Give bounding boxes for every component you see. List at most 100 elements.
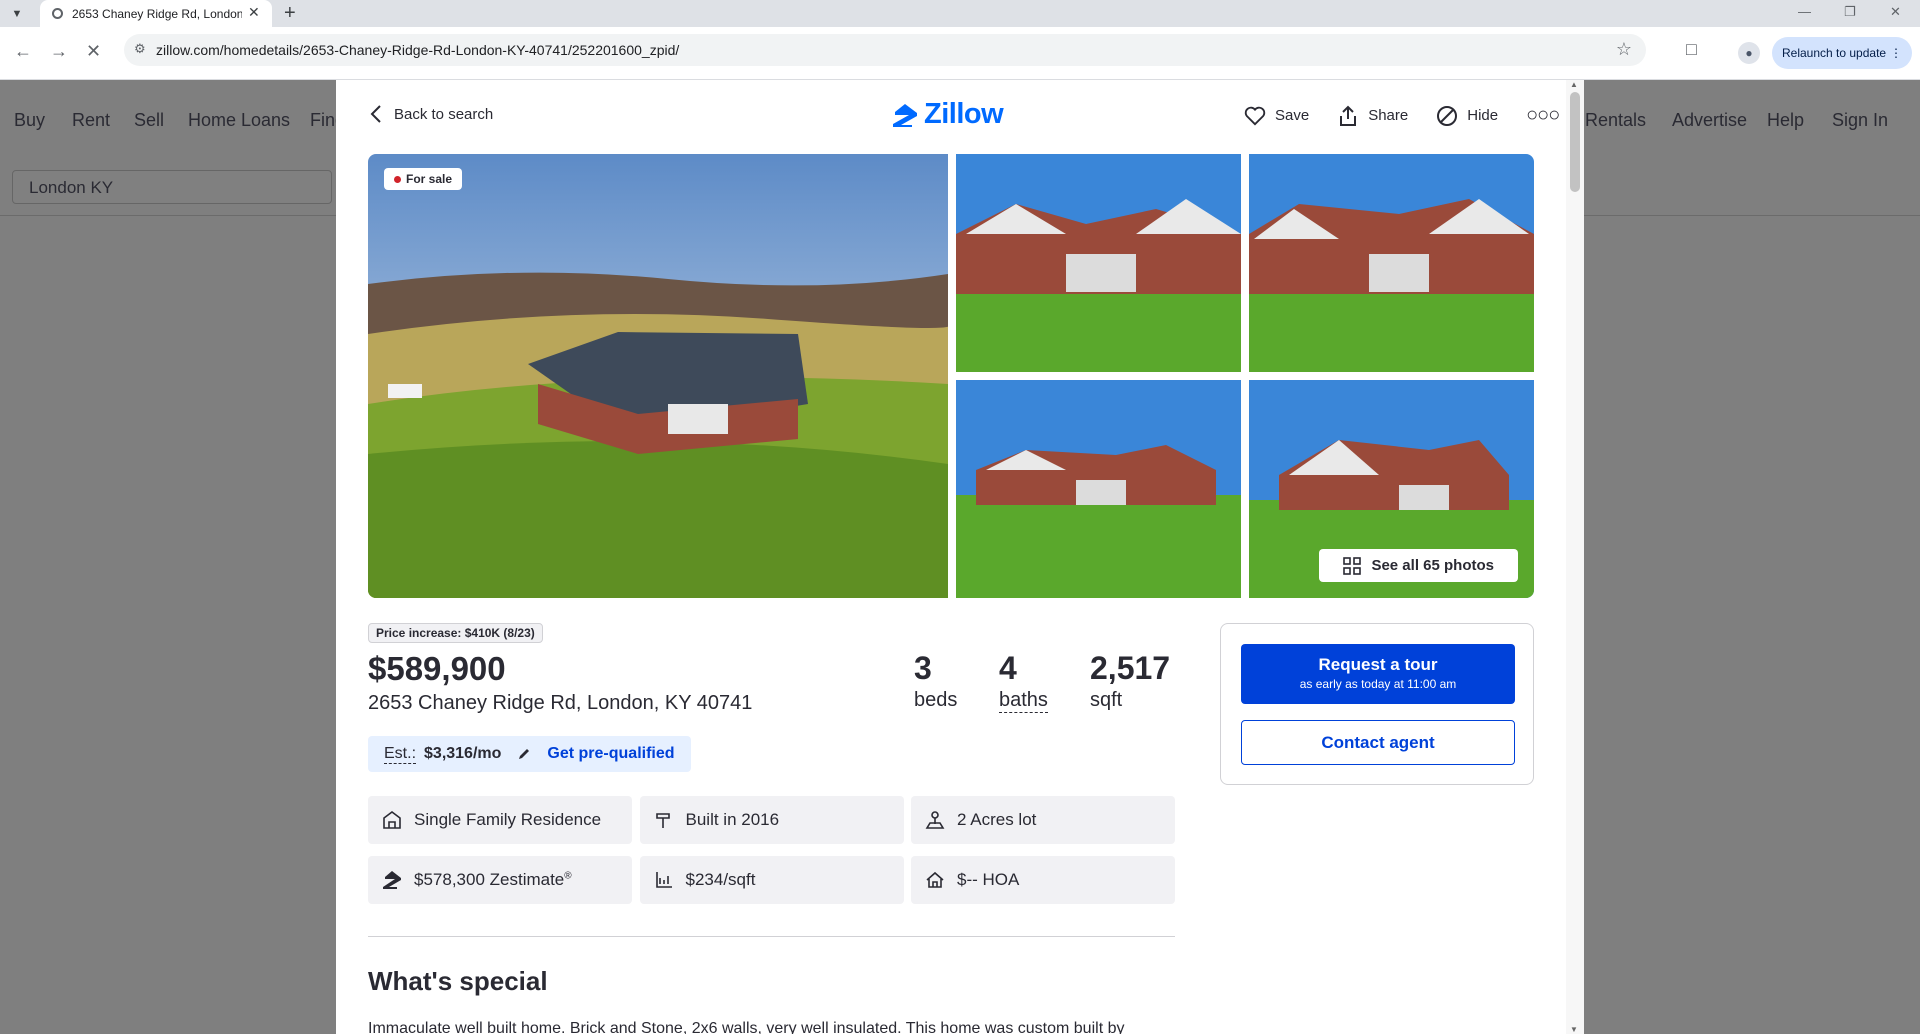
url-text[interactable]: zillow.com/homedetails/2653-Chaney-Ridge… [156,42,679,58]
price-per-sqft-icon [655,872,672,888]
forward-arrow-icon[interactable]: → [50,41,68,62]
modal-scrollbar[interactable]: ▲ ▼ [1566,80,1584,1034]
bg-nav-home-loans: Home Loans [188,110,291,130]
registered-mark: ® [564,870,572,882]
share-button[interactable]: Share [1337,104,1408,127]
section-divider [368,936,1175,937]
fact-price-per-sqft-label: $234/sqft [685,870,756,889]
listing-address: 2653 Chaney Ridge Rd, London, KY 40741 [368,692,753,714]
get-pre-qualified-link[interactable]: Get pre-qualified [547,745,674,763]
chevron-left-icon [370,105,381,123]
bg-nav-rent: Rent [72,110,111,130]
heart-icon [1244,106,1266,125]
fact-zestimate[interactable]: $578,300 Zestimate® [368,856,632,904]
bookmark-star-icon[interactable]: ☆ [1616,39,1632,60]
profile-avatar-icon[interactable]: ● [1738,42,1760,64]
request-tour-label: Request a tour [1318,655,1438,674]
share-icon [1340,105,1357,126]
house-front-angle-image [1249,154,1534,372]
beds-label: beds [914,689,958,711]
main-photo[interactable]: For sale [368,154,948,598]
sqft-value: 2,517 [1090,650,1171,686]
est-label[interactable]: Est.: [384,745,417,764]
site-info-icon[interactable]: ⚙ [134,41,146,57]
beds-stat: 3 beds [914,650,957,712]
bg-nav-rentals: Rentals [1585,110,1647,130]
relaunch-button[interactable]: Relaunch to update ⋮ [1772,37,1912,69]
back-arrow-icon[interactable]: ← [14,41,32,62]
house-front-image [956,154,1241,372]
listing-price: $589,900 [368,650,506,687]
header-actions: Save Share Hide ○○○ [1244,104,1560,127]
baths-value: 4 [999,650,1017,686]
gallery-photo-2[interactable] [956,154,1241,372]
hide-button[interactable]: Hide [1436,104,1498,127]
est-amount: $3,316/mo [424,745,502,762]
bg-search-input: London KY [12,170,332,204]
fact-home-type-label: Single Family Residence [414,810,602,829]
fact-year-built: Built in 2016 [639,796,904,844]
browser-toolbar: ← → ✕ ⚙ zillow.com/homedetails/2653-Chan… [0,27,1920,80]
request-tour-subtext: as early as today at 11:00 am [1299,677,1457,691]
fact-lot-size-label: 2 Acres lot [957,810,1037,829]
scrollbar-thumb[interactable] [1570,92,1580,192]
fact-hoa-label: $-- HOA [957,870,1020,889]
restore-icon[interactable]: ❐ [1844,4,1856,20]
browser-menu-icon[interactable]: ⋮ [1890,37,1902,69]
house-type-icon [383,811,401,829]
house-aerial-image [368,154,948,598]
lot-size-icon [925,811,945,829]
baths-stat[interactable]: 4 baths [999,650,1048,713]
minimize-icon[interactable]: — [1798,4,1811,19]
bg-nav-sign-in: Sign In [1832,110,1889,130]
fact-hoa: $-- HOA [911,856,1175,904]
scroll-down-icon[interactable]: ▼ [1570,1025,1578,1034]
back-to-search-label: Back to search [394,105,494,123]
sqft-label: sqft [1090,689,1123,711]
house-side-image [956,380,1241,598]
save-button[interactable]: Save [1244,104,1309,127]
fact-lot-size: 2 Acres lot [911,796,1175,844]
contact-card: Request a tour as early as today at 11:0… [1220,623,1534,785]
zillow-logo[interactable]: Zillow [892,98,1004,131]
browser-tab-strip: ▼ 2653 Chaney Ridge Rd, London ✕ + — ❐ ✕ [0,0,1920,27]
fact-year-built-label: Built in 2016 [685,810,780,829]
pencil-icon[interactable] [517,747,531,761]
loading-favicon-icon [52,8,63,19]
new-tab-icon[interactable]: + [284,2,296,25]
baths-label[interactable]: baths [999,689,1048,713]
beds-value: 3 [914,650,932,686]
gallery-photo-3[interactable] [1249,154,1534,372]
hoa-icon [926,871,944,888]
browser-tab[interactable]: 2653 Chaney Ridge Rd, London ✕ [40,0,272,27]
request-tour-button[interactable]: Request a tour as early as today at 11:0… [1241,644,1515,704]
gallery-photo-5[interactable]: See all 65 photos [1249,380,1534,598]
bg-nav-help: Help [1767,110,1805,130]
more-options-icon[interactable]: ○○○ [1526,104,1560,127]
scroll-up-icon[interactable]: ▲ [1570,80,1578,89]
zillow-z-icon [893,103,917,127]
fact-home-type: Single Family Residence [368,796,632,844]
tab-search-icon[interactable]: ▼ [8,5,26,23]
gallery-photo-4[interactable] [956,380,1241,598]
bg-nav-advertise: Advertise [1672,110,1748,130]
home-details-modal: Back to search Zillow Save Share Hide ○○… [336,80,1584,1034]
tab-close-icon[interactable]: ✕ [248,4,260,21]
see-all-photos-label: See all 65 photos [1371,557,1494,574]
address-bar[interactable]: ⚙ zillow.com/homedetails/2653-Chaney-Rid… [124,34,1646,66]
logo-text: Zillow [924,98,1004,130]
fact-zestimate-label: $578,300 Zestimate® [414,870,572,889]
whats-special-text: Immaculate well built home. Brick and St… [368,1020,1125,1034]
window-close-icon[interactable]: ✕ [1890,4,1901,20]
see-all-photos-button[interactable]: See all 65 photos [1319,549,1518,582]
for-sale-badge: For sale [384,168,463,190]
stop-loading-icon[interactable]: ✕ [86,41,101,62]
share-label: Share [1368,107,1409,124]
extensions-icon[interactable]: □ [1686,39,1697,60]
tab-title: 2653 Chaney Ridge Rd, London [72,7,242,21]
price-change-chip: Price increase: $410K (8/23) [368,623,543,643]
facts-grid: Single Family Residence Built in 2016 2 … [368,796,1175,904]
hide-label: Hide [1467,107,1499,124]
contact-agent-button[interactable]: Contact agent [1241,720,1515,765]
back-to-search-link[interactable]: Back to search [370,104,493,124]
